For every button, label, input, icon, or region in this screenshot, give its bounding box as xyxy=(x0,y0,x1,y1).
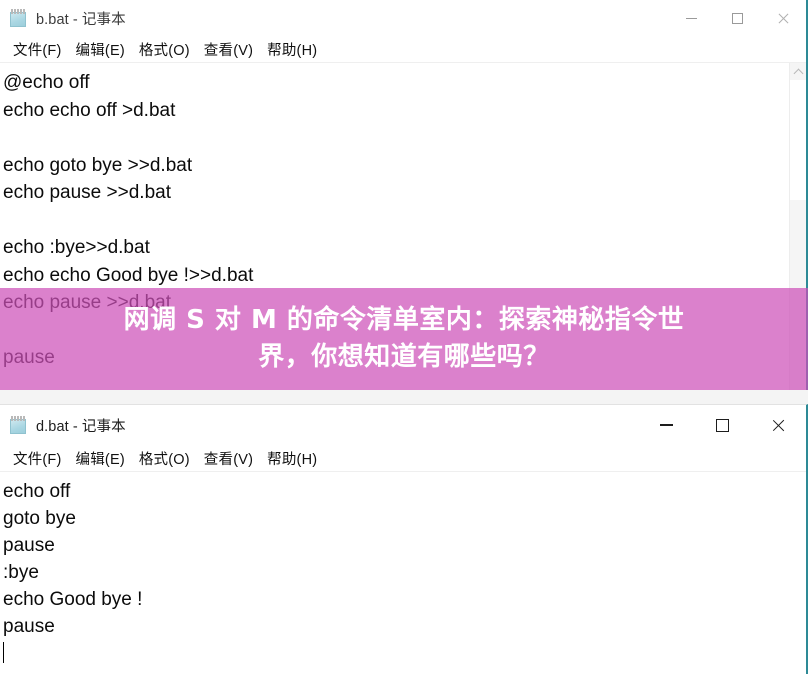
window-title-d: d.bat - 记事本 xyxy=(36,418,126,435)
code-line: echo echo Good bye !>>d.bat xyxy=(3,264,254,286)
menu-item-file-b[interactable]: 文件(F) xyxy=(6,39,69,60)
maximize-button-b[interactable] xyxy=(714,0,760,36)
code-line: echo pause >>d.bat xyxy=(3,182,171,203)
notepad-icon xyxy=(9,8,28,28)
text-area-d[interactable]: echo off goto bye pause :bye echo Good b… xyxy=(0,472,806,674)
code-line: :bye xyxy=(3,562,39,583)
editor-wrap-d: echo off goto bye pause :bye echo Good b… xyxy=(0,472,806,674)
maximize-icon xyxy=(715,418,729,432)
code-line: echo :bye>>d.bat xyxy=(3,237,150,258)
window-title-b: b.bat - 记事本 xyxy=(36,11,126,28)
promo-banner-text: 网调 S 对 M 的命令清单室内：探索神秘指令世 界，你想知道有哪些吗？ xyxy=(124,302,685,376)
titlebar-left-d: d.bat - 记事本 xyxy=(0,415,126,436)
menu-item-help-d[interactable]: 帮助(H) xyxy=(260,448,324,469)
notepad-window-d: d.bat - 记事本 文件(F) 编辑(E) 格式(O) 查看(V) 帮助(H… xyxy=(0,404,808,674)
scrollbar-thumb-b[interactable] xyxy=(790,80,806,200)
code-line: echo Good bye ! xyxy=(3,589,143,610)
screen-root: b.bat - 记事本 文件(F) 编辑(E) 格式(O) 查看(V) 帮助(H… xyxy=(0,0,808,674)
scroll-up-arrow-icon[interactable] xyxy=(790,63,806,80)
titlebar-d[interactable]: d.bat - 记事本 xyxy=(0,405,806,445)
close-icon xyxy=(777,12,790,25)
menu-item-view-b[interactable]: 查看(V) xyxy=(197,39,260,60)
code-line: pause xyxy=(3,616,55,637)
maximize-icon xyxy=(731,12,743,24)
titlebar-b[interactable]: b.bat - 记事本 xyxy=(0,0,806,36)
menu-item-edit-b[interactable]: 编辑(E) xyxy=(69,39,132,60)
promo-banner-line1: 网调 S 对 M 的命令清单室内：探索神秘指令世 xyxy=(123,305,685,335)
menu-item-format-b[interactable]: 格式(O) xyxy=(132,39,197,60)
close-button-b[interactable] xyxy=(760,0,806,36)
minimize-button-d[interactable] xyxy=(638,405,694,445)
titlebar-left-b: b.bat - 记事本 xyxy=(0,8,126,29)
code-line: echo off xyxy=(3,481,71,502)
window-controls-d xyxy=(638,405,806,445)
menu-item-view-d[interactable]: 查看(V) xyxy=(197,448,260,469)
window-gap-strip xyxy=(0,390,808,404)
window-controls-b xyxy=(668,0,806,36)
code-line: pause xyxy=(3,535,55,556)
code-line-caret xyxy=(3,640,806,667)
minimize-icon xyxy=(659,424,673,426)
minimize-icon xyxy=(685,17,697,19)
minimize-button-b[interactable] xyxy=(668,0,714,36)
notepad-icon xyxy=(9,415,28,435)
text-caret xyxy=(3,642,4,663)
close-icon xyxy=(771,418,786,433)
menubar-d: 文件(F) 编辑(E) 格式(O) 查看(V) 帮助(H) xyxy=(0,445,806,472)
menu-item-edit-d[interactable]: 编辑(E) xyxy=(69,448,132,469)
menu-item-format-d[interactable]: 格式(O) xyxy=(132,448,197,469)
code-line: goto bye xyxy=(3,508,76,529)
maximize-button-d[interactable] xyxy=(694,405,750,445)
menubar-b: 文件(F) 编辑(E) 格式(O) 查看(V) 帮助(H) xyxy=(0,36,806,63)
menu-item-file-d[interactable]: 文件(F) xyxy=(6,448,69,469)
promo-banner-line2: 界，你想知道有哪些吗？ xyxy=(258,342,550,372)
code-line: @echo off xyxy=(3,72,90,93)
close-button-d[interactable] xyxy=(750,405,806,445)
menu-item-help-b[interactable]: 帮助(H) xyxy=(260,39,324,60)
promo-banner-overlay: 网调 S 对 M 的命令清单室内：探索神秘指令世 界，你想知道有哪些吗？ xyxy=(0,288,808,390)
code-line: echo echo off >d.bat xyxy=(3,99,176,121)
code-line: echo goto bye >>d.bat xyxy=(3,154,193,176)
